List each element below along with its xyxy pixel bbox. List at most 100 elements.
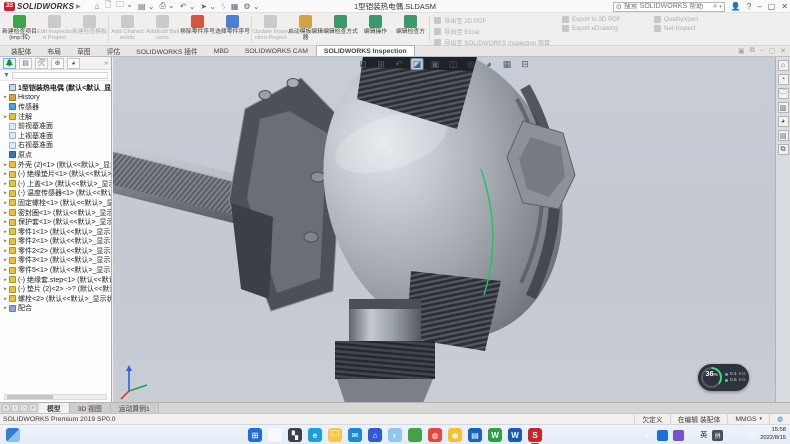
speed-monitor-bubble[interactable]: 36% 0.1K/s 0.5K/s: [698, 364, 749, 391]
tab-scroll-last-icon[interactable]: »: [29, 404, 37, 412]
menu-expand-icon[interactable]: ▶: [76, 3, 81, 10]
widgets-button[interactable]: [6, 428, 20, 442]
home-icon[interactable]: ⌂: [95, 2, 100, 11]
units-dropdown[interactable]: MMGS▾: [727, 414, 769, 424]
ribbon-tab[interactable]: MBD: [206, 45, 237, 56]
tree-item[interactable]: ▸ 外壳 (2)<1> (默认<<默认>_显示状: [2, 160, 111, 170]
search-dropdown-icon[interactable]: ▾: [719, 4, 722, 10]
help-search-box[interactable]: ⊙ ⌕ ▾: [613, 2, 725, 12]
tree-item[interactable]: ▸ History: [2, 93, 111, 103]
app-blue-doc-icon[interactable]: ▤: [468, 428, 482, 442]
tree-item[interactable]: 传感器: [2, 102, 111, 112]
view-orientation-icon[interactable]: ▣: [429, 58, 442, 70]
ribbon-tab[interactable]: SOLIDWORKS 插件: [128, 45, 206, 56]
document-tab[interactable]: 运动算例1: [111, 403, 159, 413]
feature-manager-tree-tab[interactable]: 🌲: [3, 58, 16, 69]
ribbon-button[interactable]: 编辑检查方: [393, 14, 428, 45]
file-explorer-icon[interactable]: 🗀: [328, 428, 342, 442]
export-2d-pdf-button[interactable]: 导出至 2D PDF: [434, 16, 556, 25]
3d-model-render[interactable]: [113, 57, 775, 402]
zoom-fit-icon[interactable]: ⊡: [357, 58, 370, 70]
tree-item[interactable]: 右视基准面: [2, 141, 111, 151]
search-icon[interactable]: ⌕: [713, 3, 717, 11]
display-grid-icon[interactable]: ▦: [231, 2, 239, 11]
filter-funnel-icon[interactable]: ▼: [3, 72, 10, 79]
doc-restore-icon[interactable]: ⧉: [750, 47, 755, 55]
tree-item[interactable]: ▸ 零件2<1> (默认<<默认>_显示状态: [2, 237, 111, 247]
store-icon[interactable]: ⌂: [368, 428, 382, 442]
edge-browser-icon[interactable]: e: [308, 428, 322, 442]
doc-cascade-icon[interactable]: ▣: [738, 47, 745, 55]
start-button[interactable]: ⊞: [248, 428, 262, 442]
ribbon-tab[interactable]: 布局: [39, 45, 69, 56]
color-wheel-app-icon[interactable]: ◍: [428, 428, 442, 442]
select-cursor-icon[interactable]: ➤ ⌄: [200, 2, 216, 11]
edit-appearance-icon[interactable]: ◕: [483, 58, 496, 70]
tree-item[interactable]: ▸ 注解: [2, 112, 111, 122]
doc-maximize-icon[interactable]: ▢: [769, 47, 776, 55]
qualityxpert-button[interactable]: QualityXpert: [654, 16, 726, 23]
wps-icon[interactable]: W: [488, 428, 502, 442]
options-gear-icon[interactable]: ⚙ ⌄: [243, 2, 259, 11]
ribbon-button[interactable]: Add Characteristic: [110, 14, 145, 45]
undo-icon[interactable]: ↶ ⌄: [180, 2, 196, 11]
solidworks-resources-icon[interactable]: ⌂: [778, 60, 789, 71]
help-icon[interactable]: ?: [747, 2, 751, 11]
appearances-scenes-icon[interactable]: ◕: [778, 116, 789, 127]
tree-item[interactable]: ▸ 零件2<2> (默认<<默认>_显示状态: [2, 246, 111, 256]
tree-item[interactable]: ▸ 螺栓<2> (默认<<默认>_显示状态: [2, 294, 111, 304]
net-inspect-button[interactable]: Net-Inspect: [654, 25, 726, 32]
language-indicator[interactable]: [689, 430, 700, 441]
ribbon-button[interactable]: 编辑操作: [358, 14, 393, 45]
doc-minimize-icon[interactable]: –: [760, 47, 764, 55]
close-icon[interactable]: ✕: [781, 2, 788, 11]
tree-item[interactable]: ▸ (-) 绝缘套.step<1> (默认<<默认>: [2, 275, 111, 285]
doc-close-icon[interactable]: ✕: [780, 47, 786, 55]
cloud-sync-icon[interactable]: [657, 430, 668, 441]
traffic-light-icon[interactable]: ᛊ: [221, 2, 226, 11]
tree-item[interactable]: ▸ 零件5<1> (默认<<默认>_显示状态: [2, 265, 111, 275]
ime-mode-icon[interactable]: 拼: [712, 430, 723, 441]
solidworks-app-icon[interactable]: S: [528, 428, 542, 442]
ribbon-button[interactable]: Update Inspection Project: [253, 14, 288, 45]
ribbon-button[interactable]: 启动模板编辑器: [288, 14, 323, 45]
tree-item[interactable]: 原点: [2, 150, 111, 160]
file-explorer-icon[interactable]: 🗀: [778, 88, 789, 99]
display-style-icon[interactable]: ◫: [447, 58, 460, 70]
custom-properties-icon[interactable]: ▤: [778, 130, 789, 141]
minimize-icon[interactable]: –: [757, 2, 761, 11]
sign-in-icon[interactable]: 👤: [731, 2, 741, 11]
export-excel-button[interactable]: 导出至 Excel: [434, 27, 556, 36]
tree-item[interactable]: ▸ (-) 垫片 (2)<2> ->? (默认<<默认>: [2, 284, 111, 294]
graphics-viewport[interactable]: ⊡⊞↶◪▣◫◎◕▦⊟: [113, 57, 775, 402]
ribbon-button[interactable]: 新建检查项目(imp:转): [2, 14, 37, 45]
tree-item[interactable]: ▸ 密封圈<1> (默认<<默认>_显示状: [2, 208, 111, 218]
ribbon-button[interactable]: Edit Inspection Project: [37, 14, 72, 45]
globe-icon[interactable]: ◍: [769, 414, 790, 424]
export-3d-pdf-button[interactable]: Export to 3D PDF: [562, 16, 648, 23]
tab-scroll-next-icon[interactable]: ›: [20, 404, 28, 412]
ribbon-button[interactable]: 新建检查模板: [72, 14, 107, 45]
tab-scroll-first-icon[interactable]: «: [2, 404, 10, 412]
save-icon[interactable]: ▤ ⌄: [138, 2, 154, 11]
display-device-icon[interactable]: 🖵: [728, 430, 739, 441]
document-tab[interactable]: 3D 视图: [70, 403, 111, 413]
ribbon-button[interactable]: Add/Edit Balloons: [145, 14, 180, 45]
open-icon[interactable]: 🗀 ⌄: [116, 0, 133, 13]
search-button[interactable]: ⌕: [268, 428, 282, 442]
previous-view-icon[interactable]: ↶: [393, 58, 406, 70]
zoom-area-icon[interactable]: ⊞: [375, 58, 388, 70]
ribbon-tab[interactable]: SOLIDWORKS Inspection: [316, 45, 415, 56]
tree-item[interactable]: 上视基准面: [2, 131, 111, 141]
ribbon-tab[interactable]: SOLIDWORKS CAM: [237, 45, 316, 56]
mail-icon[interactable]: ✉: [348, 428, 362, 442]
tree-item[interactable]: ▸ (-) 绝缘垫片<1> (默认<<默认>_显: [2, 169, 111, 179]
tree-item[interactable]: ▸ 保护套<1> (默认<<默认>_显示状: [2, 217, 111, 227]
search-input[interactable]: [624, 3, 712, 10]
section-view-icon[interactable]: ◪: [411, 58, 424, 70]
property-manager-tab[interactable]: ▤: [19, 58, 32, 69]
tray-expand-icon[interactable]: ∧: [641, 430, 652, 441]
tree-horizontal-scrollbar[interactable]: [4, 394, 107, 400]
configuration-manager-tab[interactable]: 🛠: [35, 58, 48, 69]
volume-icon[interactable]: ◁): [744, 430, 755, 441]
